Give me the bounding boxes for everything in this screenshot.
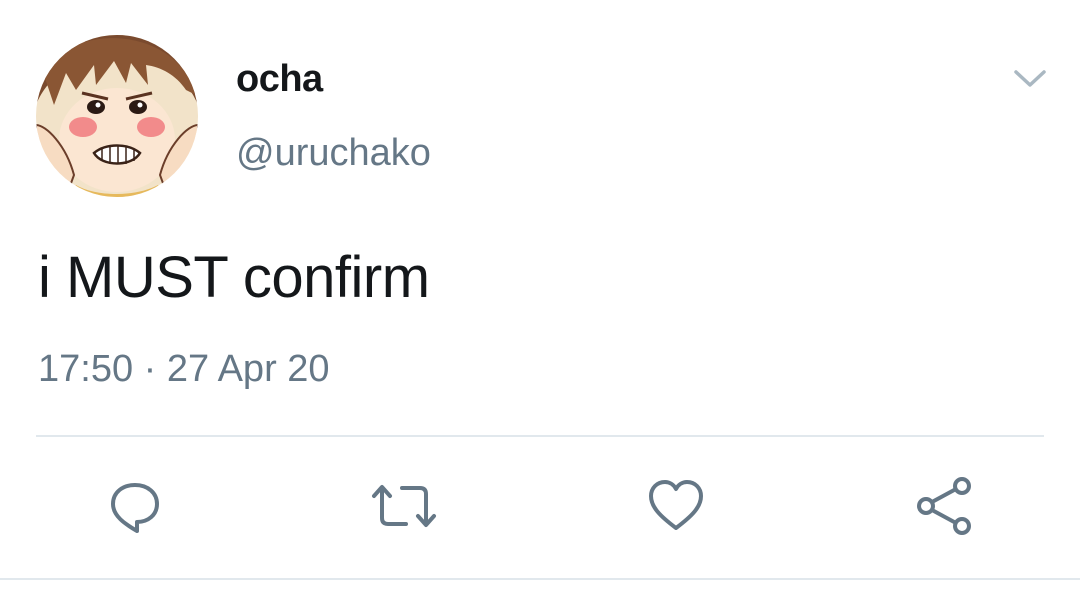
avatar[interactable] [36, 35, 198, 197]
tweet-timestamp[interactable]: 17:50 · 27 Apr 20 [38, 348, 330, 391]
chevron-down-icon[interactable] [1012, 64, 1048, 92]
display-name[interactable]: ocha [236, 58, 323, 101]
bottom-divider [0, 578, 1080, 580]
reply-button[interactable] [105, 476, 165, 536]
retweet-icon [372, 485, 436, 527]
tweet-text: i MUST confirm [38, 245, 430, 310]
user-handle[interactable]: @uruchako [236, 132, 431, 175]
tweet-card: ocha @uruchako i MUST confirm 17:50 · 27… [0, 0, 1080, 597]
reply-icon [111, 483, 159, 533]
like-button[interactable] [646, 476, 706, 536]
retweet-button[interactable] [370, 476, 436, 536]
heart-icon [649, 480, 703, 530]
share-icon [917, 477, 971, 535]
share-button[interactable] [914, 476, 974, 536]
divider [36, 435, 1044, 437]
